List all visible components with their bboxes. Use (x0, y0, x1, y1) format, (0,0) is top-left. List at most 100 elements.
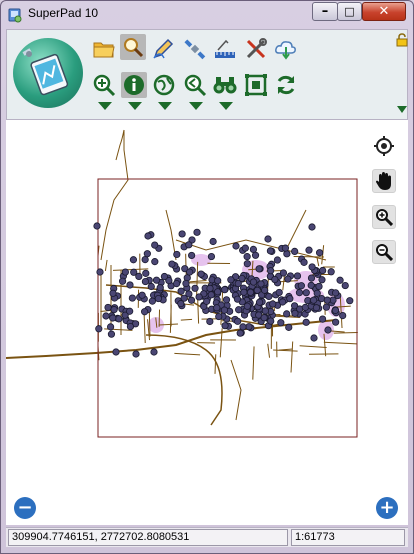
map-point-feature[interactable] (214, 288, 222, 296)
map-point-feature[interactable] (141, 308, 149, 316)
map-point-feature[interactable] (301, 303, 309, 311)
map-point-feature[interactable] (293, 272, 302, 280)
map-point-feature[interactable] (220, 306, 229, 314)
edit-button[interactable] (150, 36, 176, 62)
map-point-feature[interactable] (336, 276, 344, 284)
map-point-feature[interactable] (152, 276, 161, 284)
map-point-feature[interactable] (168, 260, 176, 268)
map-point-feature[interactable] (267, 267, 275, 275)
map-point-feature[interactable] (221, 286, 229, 294)
map-point-feature[interactable] (93, 222, 101, 230)
map-point-feature[interactable] (104, 303, 112, 312)
map-point-feature[interactable] (281, 244, 290, 252)
info-tool-button[interactable] (121, 72, 147, 98)
map-view[interactable]: − + (6, 120, 408, 525)
map-point-feature[interactable] (266, 247, 275, 255)
map-point-feature[interactable] (327, 268, 335, 276)
binoculars-dropdown[interactable] (219, 102, 233, 110)
zoom-in-dropdown[interactable] (98, 102, 112, 110)
map-point-feature[interactable] (261, 307, 269, 315)
open-button[interactable] (91, 36, 117, 62)
map-point-feature[interactable] (240, 288, 248, 296)
title-bar[interactable]: SuperPad 10 – □ ✕ (1, 1, 413, 29)
map-point-feature[interactable] (322, 303, 330, 311)
map-point-feature[interactable] (118, 277, 127, 285)
map-point-feature[interactable] (235, 306, 243, 314)
map-point-feature[interactable] (107, 330, 116, 338)
map-point-feature[interactable] (318, 315, 327, 323)
map-point-feature[interactable] (234, 317, 242, 325)
map-point-feature[interactable] (135, 272, 143, 281)
map-point-feature[interactable] (253, 286, 261, 294)
zoom-in-round-button[interactable]: + (376, 497, 398, 519)
map-point-feature[interactable] (260, 314, 268, 322)
map-point-feature[interactable] (305, 246, 313, 254)
refresh-button[interactable] (273, 72, 299, 98)
zoom-search-dropdown[interactable] (189, 102, 203, 110)
map-point-feature[interactable] (286, 295, 294, 303)
map-point-feature[interactable] (188, 251, 196, 260)
map-point-feature[interactable] (243, 302, 251, 310)
map-point-feature[interactable] (193, 228, 201, 236)
measure-button[interactable] (212, 36, 238, 62)
map-point-feature[interactable] (302, 289, 310, 297)
map-point-feature[interactable] (232, 242, 240, 250)
zoom-out-button[interactable] (372, 240, 396, 264)
map-point-feature[interactable] (277, 319, 285, 327)
gps-button[interactable] (182, 36, 208, 62)
map-point-feature[interactable] (300, 258, 308, 266)
map-point-feature[interactable] (141, 277, 150, 286)
map-point-feature[interactable] (126, 322, 135, 331)
map-point-feature[interactable] (269, 300, 277, 308)
map-point-feature[interactable] (315, 282, 323, 290)
minimize-button[interactable]: – (312, 2, 338, 21)
map-point-feature[interactable] (318, 276, 326, 284)
map-point-feature[interactable] (341, 281, 349, 290)
map-point-feature[interactable] (151, 241, 159, 249)
map-point-feature[interactable] (249, 245, 258, 254)
map-point-feature[interactable] (221, 322, 229, 330)
map-point-feature[interactable] (129, 256, 138, 264)
map-point-feature[interactable] (295, 289, 304, 297)
map-point-feature[interactable] (261, 286, 269, 294)
map-point-feature[interactable] (185, 241, 193, 249)
zoom-out-round-button[interactable]: − (14, 497, 36, 519)
map-point-feature[interactable] (207, 252, 216, 261)
map-point-feature[interactable] (110, 306, 118, 314)
map-point-feature[interactable] (283, 310, 291, 318)
map-point-feature[interactable] (126, 307, 134, 315)
close-button[interactable]: ✕ (362, 2, 406, 21)
map-point-feature[interactable] (316, 249, 324, 257)
map-point-feature[interactable] (128, 294, 136, 302)
map-point-feature[interactable] (96, 268, 104, 276)
map-point-feature[interactable] (236, 329, 244, 337)
map-point-feature[interactable] (206, 284, 214, 292)
map-point-feature[interactable] (156, 284, 164, 292)
map-point-feature[interactable] (308, 223, 316, 231)
toolbar-overflow-dropdown[interactable] (397, 106, 407, 113)
map-point-feature[interactable] (148, 297, 156, 305)
map-point-feature[interactable] (142, 269, 150, 277)
map-point-feature[interactable] (245, 323, 253, 331)
lock-icon[interactable] (396, 33, 408, 47)
map-point-feature[interactable] (106, 323, 115, 331)
map-point-feature[interactable] (323, 296, 331, 304)
map-point-feature[interactable] (143, 250, 151, 258)
map-point-feature[interactable] (307, 274, 316, 282)
map-point-feature[interactable] (285, 323, 293, 331)
maximize-button[interactable]: □ (337, 2, 362, 21)
map-point-feature[interactable] (346, 297, 354, 305)
map-point-feature[interactable] (214, 277, 222, 285)
map-point-feature[interactable] (132, 350, 140, 358)
map-point-feature[interactable] (173, 250, 181, 259)
globe-tool-button[interactable] (151, 72, 177, 98)
map-point-feature[interactable] (213, 304, 221, 312)
map-point-feature[interactable] (195, 293, 203, 301)
map-point-feature[interactable] (173, 279, 181, 288)
map-point-feature[interactable] (203, 297, 211, 305)
map-point-feature[interactable] (121, 268, 129, 276)
map-point-feature[interactable] (102, 312, 110, 320)
map-point-feature[interactable] (251, 251, 260, 259)
map-point-feature[interactable] (267, 317, 275, 325)
query-button[interactable] (120, 34, 146, 60)
